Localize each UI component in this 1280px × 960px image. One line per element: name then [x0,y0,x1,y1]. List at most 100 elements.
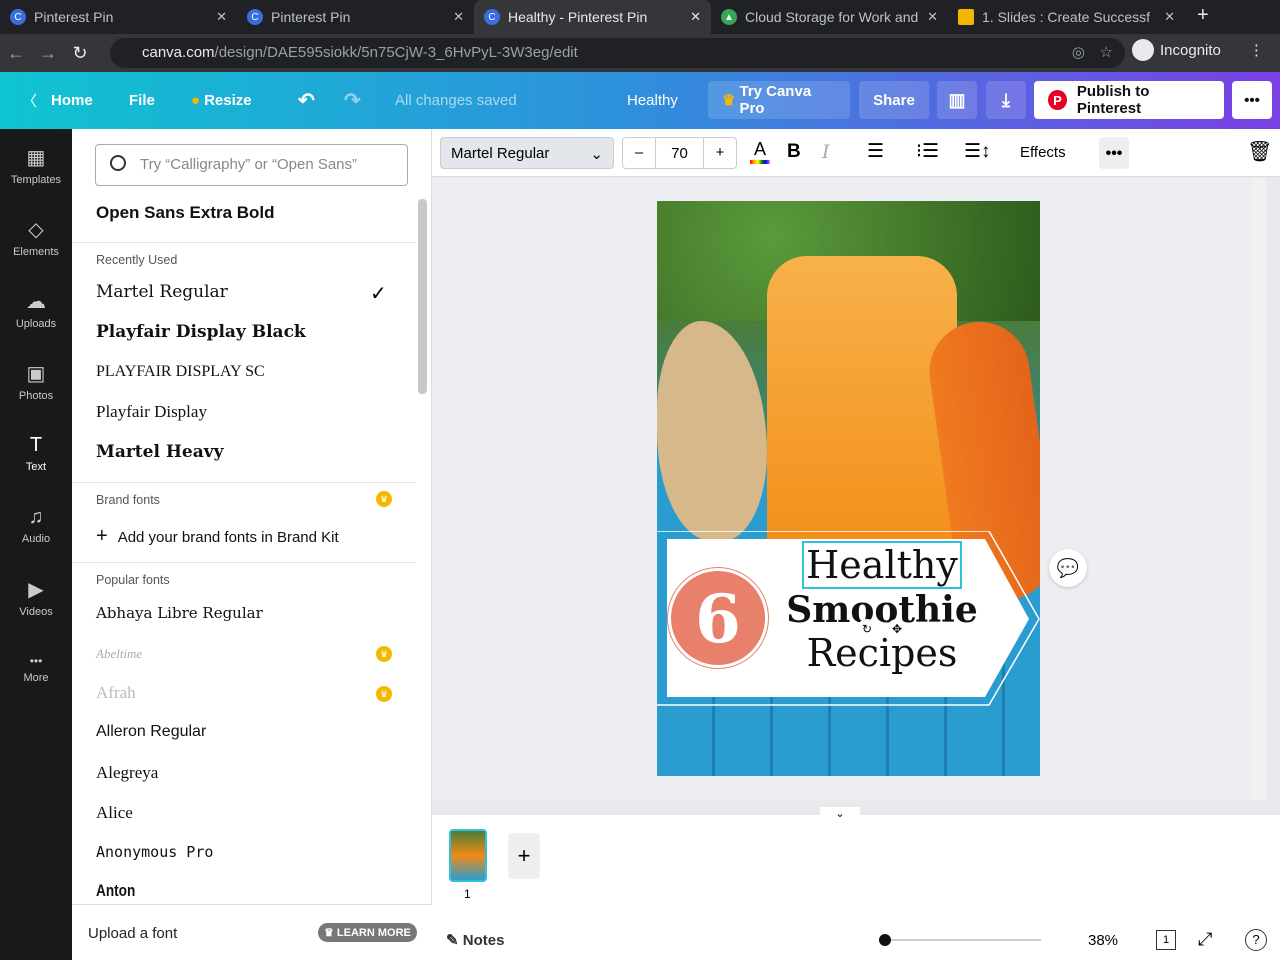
learn-more-button[interactable]: ♛ LEARN MORE [318,923,417,942]
redo-icon[interactable]: ↷ [344,72,361,129]
home-button[interactable]: 〈 Home [22,72,93,129]
align-center-icon[interactable]: ☰ [867,140,884,163]
more-icon: ••• [29,654,43,668]
resize-button[interactable]: ● Resize [191,72,252,129]
browser-tab-active[interactable]: C Healthy - Pinterest Pin ✕ [474,0,711,34]
rail-photos[interactable]: ▣ Photos [0,345,72,417]
download-icon[interactable]: ⤓ [986,81,1026,119]
collapse-pages-chevron-icon[interactable]: ⌄ [820,807,860,821]
font-item[interactable]: Alice [96,803,133,823]
add-comment-icon[interactable]: 💬 [1049,549,1087,587]
font-item[interactable]: Abeltime [96,646,142,662]
font-item[interactable]: Alegreya [96,763,158,783]
address-bar-row: ← → ↻ canva.com/design/DAE595siokk/5n75C… [0,34,1280,72]
notes-button[interactable]: ✎ Notes [446,931,504,949]
fullscreen-icon[interactable]: ⤢ [1198,929,1212,950]
canvas-scrollbar[interactable] [1252,178,1266,800]
bookmark-star-icon[interactable]: ☆ [1100,43,1113,61]
rail-audio[interactable]: ♫ Audio [0,489,72,561]
close-tab-icon[interactable]: ✕ [1164,9,1175,25]
add-page-button[interactable]: + [508,833,540,879]
move-handle-icon[interactable]: ✥ [887,619,907,639]
italic-icon[interactable]: I [822,141,830,163]
upload-font-link[interactable]: Upload a font [88,925,177,942]
decrease-size-button[interactable]: – [623,138,656,168]
heading-text-healthy[interactable]: Healthy [802,541,962,589]
browser-tab[interactable]: 1. Slides : Create Successf ✕ [948,0,1185,34]
insights-chart-icon[interactable]: ▥ [937,81,977,119]
design-title[interactable]: Healthy [627,72,678,129]
section-heading: Brand fonts [96,493,160,507]
font-item[interactable]: Playfair Display [96,402,207,422]
font-item[interactable]: Abhaya Libre Regular [96,604,263,622]
reload-icon[interactable]: ↻ [64,43,96,64]
font-item[interactable]: PLAYFAIR DISPLAY SC [96,363,265,381]
browser-menu-icon[interactable]: ⋮ [1249,41,1264,59]
font-family-dropdown[interactable]: Martel Regular ⌄ [440,137,614,169]
browser-tab[interactable]: C Pinterest Pin ✕ [0,0,237,34]
close-tab-icon[interactable]: ✕ [453,9,464,25]
close-tab-icon[interactable]: ✕ [927,9,938,25]
number-badge[interactable]: 6 [668,568,768,668]
tracking-off-icon[interactable]: ◎ [1072,43,1085,61]
rail-elements[interactable]: ◇ Elements [0,201,72,273]
spacing-icon[interactable]: ☰↕ [964,140,991,163]
pin-design-page[interactable]: 6 Healthy Smoothie Recipes ↻ ✥ [657,201,1040,776]
font-size-input[interactable]: 70 [656,138,704,168]
close-tab-icon[interactable]: ✕ [216,9,227,25]
rail-videos[interactable]: ▶ Videos [0,561,72,633]
rotate-handle-icon[interactable]: ↻ [857,619,877,639]
back-icon[interactable]: ← [0,43,32,64]
incognito-badge[interactable]: Incognito ⋮ [1132,39,1264,61]
bold-icon[interactable]: B [787,141,801,163]
rail-templates[interactable]: ▦ Templates [0,129,72,201]
font-item[interactable]: Alleron Regular [96,723,206,741]
pages-footer: ⌄ 1 + ✎ Notes 38% 1 ⤢ ? [432,807,1280,960]
videos-icon: ▶ [28,578,44,601]
try-canva-pro-button[interactable]: ♛ Try Canva Pro [708,81,850,119]
browser-tab[interactable]: ▲ Cloud Storage for Work and ✕ [711,0,948,34]
font-search-input[interactable]: Try “Calligraphy” or “Open Sans” [95,144,408,186]
heading-text-recipes[interactable]: Recipes [767,631,997,675]
url-input[interactable]: canva.com/design/DAE595siokk/5n75CjW-3_6… [110,38,1125,68]
browser-tab[interactable]: C Pinterest Pin ✕ [237,0,474,34]
font-item[interactable]: Martel Heavy [96,442,223,462]
crown-icon: ♛ [376,491,392,507]
page-count-icon[interactable]: 1 [1156,930,1176,950]
effects-button[interactable]: Effects [1020,144,1066,161]
new-tab-button[interactable]: + [1185,0,1221,34]
heading-text-smoothie[interactable]: Smoothie [767,589,997,631]
help-icon[interactable]: ? [1245,929,1267,951]
rail-more[interactable]: ••• More [0,633,72,705]
rail-uploads[interactable]: ☁ Uploads [0,273,72,345]
forward-icon[interactable]: → [32,43,64,64]
divider [72,242,416,243]
text-toolbar: Martel Regular ⌄ – 70 + A B I ☰ ⁝☰ ☰↕ Eff… [432,129,1280,177]
rail-text[interactable]: T Text [0,417,72,489]
file-menu-button[interactable]: File [129,72,155,129]
more-options-button[interactable]: ••• [1232,81,1272,119]
share-button[interactable]: Share [859,81,929,119]
close-tab-icon[interactable]: ✕ [690,9,701,25]
more-toolbar-options-icon[interactable]: ••• [1099,137,1129,169]
delete-trash-icon[interactable]: 🗑 [1247,139,1272,164]
panel-scrollbar[interactable] [418,199,427,394]
zoom-slider-thumb[interactable] [879,934,891,946]
add-brand-fonts-button[interactable]: + Add your brand fonts in Brand Kit [96,525,339,548]
page-thumbnail[interactable] [449,829,487,882]
undo-icon[interactable]: ↶ [298,72,315,129]
font-item[interactable]: Playfair Display Black [96,322,306,342]
canva-favicon-icon: C [484,9,500,25]
font-item[interactable]: Afrah [96,683,136,703]
font-item[interactable]: Martel Regular [96,282,228,302]
zoom-slider[interactable] [879,934,1041,946]
font-item[interactable]: Anonymous Pro [96,843,213,861]
divider [72,482,416,483]
font-item-featured[interactable]: Open Sans Extra Bold [96,203,275,223]
publish-to-pinterest-button[interactable]: P Publish to Pinterest [1034,81,1224,119]
zoom-level[interactable]: 38% [1088,932,1118,949]
increase-size-button[interactable]: + [704,138,736,168]
text-color-icon[interactable]: A [750,139,770,164]
bullet-list-icon[interactable]: ⁝☰ [916,140,939,163]
font-item[interactable]: Anton [96,881,135,901]
